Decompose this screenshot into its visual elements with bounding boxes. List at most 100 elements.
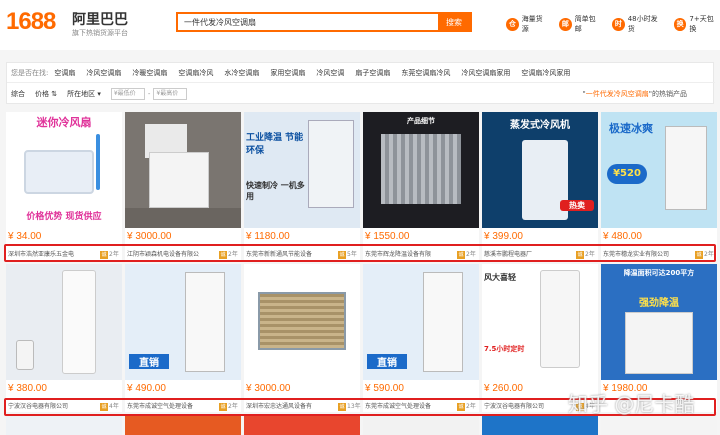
product-price: ¥ 260.00	[484, 383, 523, 394]
product-card[interactable]: 产品细节 ¥ 1550.00 东莞市辉龙降温设备有限 诚 2年	[363, 112, 479, 260]
suggestion-link[interactable]: 扇子空调扇	[355, 68, 390, 78]
lamp-graphic	[96, 134, 100, 190]
logo-1688[interactable]: 1688	[6, 8, 56, 36]
suggestion-link[interactable]: 空调扇冷风	[178, 68, 213, 78]
logo-alibaba[interactable]: 阿里巴巴	[72, 9, 128, 29]
product-card[interactable]: 蒸发式冷风机 热卖 ¥ 399.00 慈溪市鹏程电器厂 诚 2年	[482, 112, 598, 260]
remote-graphic	[16, 340, 34, 370]
product-image[interactable]: 迷你冷风扇 价格优势 现货供应	[6, 112, 122, 228]
suggestion-link[interactable]: 东莞空调扇冷风	[401, 68, 450, 78]
suggestion-link[interactable]: 冷风空调扇	[86, 68, 121, 78]
suggestion-link[interactable]: 空调扇	[54, 68, 75, 78]
product-card[interactable]	[601, 416, 717, 435]
product-image[interactable]	[601, 416, 717, 435]
product-card[interactable]	[6, 416, 122, 435]
cooler-graphic	[665, 126, 707, 210]
suggestion-link[interactable]: 水冷空调扇	[224, 68, 259, 78]
search-button[interactable]: 搜索	[438, 14, 470, 30]
seller-row-highlight	[4, 244, 716, 262]
header: 1688 阿里巴巴 旗下热销货源平台 搜索 仓海量货源 邮简单包邮 时48小时发…	[0, 0, 720, 50]
suggestion-link[interactable]: 冷暖空调扇	[132, 68, 167, 78]
service-label: 简单包邮	[574, 15, 596, 33]
tower-cooler-graphic	[62, 270, 96, 374]
product-image[interactable]	[125, 112, 241, 228]
industrial-cooler-graphic	[258, 292, 346, 350]
product-card[interactable]	[125, 416, 241, 435]
sort-price[interactable]: 价格 ⇅	[35, 89, 57, 99]
page: { "header": { "logo_number": "1688", "lo…	[0, 0, 720, 435]
logo-tagline: 旗下热销货源平台	[72, 29, 128, 37]
cooler-graphic	[625, 312, 693, 374]
image-subcaption: 价格优势 现货供应	[26, 212, 102, 222]
product-card[interactable]	[482, 416, 598, 435]
suggestion-link[interactable]: 冷风空调	[316, 68, 344, 78]
service-badges: 仓海量货源 邮简单包邮 时 48小时发货 换 7+天包换	[506, 14, 720, 34]
product-card[interactable]: 直销 ¥ 590.00 东莞市成诚空气处理设备 诚 2年	[363, 264, 479, 412]
price-tag: ¥520	[607, 164, 647, 184]
product-image[interactable]	[363, 416, 479, 435]
cooler-graphic	[308, 120, 354, 208]
product-image[interactable]	[6, 264, 122, 380]
product-card[interactable]: 迷你冷风扇 价格优势 现货供应 ¥ 34.00 深圳市浩然亚康乐五金电 诚 2年	[6, 112, 122, 260]
product-card[interactable]: 工业降温 节能环保 快速制冷 一机多用 ¥ 1180.00 东莞市新新通风节能设…	[244, 112, 360, 260]
product-image[interactable]	[482, 416, 598, 435]
product-image[interactable]	[244, 264, 360, 380]
service-return[interactable]: 换 7+天包换	[673, 14, 720, 34]
warehouse-icon: 仓	[506, 17, 519, 31]
product-price: ¥ 1550.00	[365, 231, 410, 242]
price-max-input[interactable]: ¥最高价	[153, 87, 188, 100]
suggestion-row: 您是否在找: 空调扇 冷风空调扇 冷暖空调扇 空调扇冷风 水冷空调扇 家用空调扇…	[7, 63, 715, 83]
product-card[interactable]: ¥ 3000.00 江阴市颖森机电设备有限公 诚 2年	[125, 112, 241, 260]
service-shipping[interactable]: 邮简单包邮	[559, 14, 602, 34]
image-subcaption: 强劲降温	[639, 298, 679, 309]
product-image[interactable]: 蒸发式冷风机 热卖	[482, 112, 598, 228]
sort-region[interactable]: 所在地区 ▾	[67, 89, 101, 99]
search-input[interactable]	[178, 14, 438, 30]
service-warehouse[interactable]: 仓海量货源	[506, 14, 549, 34]
product-image[interactable]	[125, 416, 241, 435]
product-image[interactable]	[6, 416, 122, 435]
product-card[interactable]: ¥ 380.00 宁波汉谷电器有限公司 诚 4年	[6, 264, 122, 412]
return-icon: 换	[673, 17, 687, 31]
image-caption: 直销	[129, 354, 169, 369]
image-caption: 产品细节	[407, 117, 435, 125]
product-image[interactable]	[244, 416, 360, 435]
fan-graphic	[24, 150, 94, 194]
cooler-graphic	[423, 272, 463, 372]
sort-region-label: 所在地区	[67, 89, 96, 98]
product-image[interactable]: 风大喜轻 7.5小时定时	[482, 264, 598, 380]
suggestion-link[interactable]: 家用空调扇	[270, 68, 305, 78]
product-image[interactable]: 直销	[363, 264, 479, 380]
chevron-down-icon: ▾	[97, 89, 101, 98]
suggestion-link[interactable]: 冷风空调扇家用	[461, 68, 510, 78]
product-card[interactable]	[363, 416, 479, 435]
search-box: 搜索	[176, 12, 472, 32]
hot-sale-tag: 热卖	[560, 200, 594, 211]
service-48h[interactable]: 时 48小时发货	[612, 14, 664, 34]
result-suffix: "的热销产品	[648, 90, 687, 98]
product-card[interactable]: 直销 ¥ 490.00 东莞市成诚空气处理设备 诚 2年	[125, 264, 241, 412]
image-caption: 直销	[367, 354, 407, 369]
product-image[interactable]: 降温面积可达200平方 强劲降温	[601, 264, 717, 380]
image-caption: 工业降温 节能环保	[246, 133, 304, 156]
tower-cooler-graphic	[540, 270, 580, 368]
product-card[interactable]	[244, 416, 360, 435]
suggestion-link[interactable]: 空调扇冷风家用	[521, 68, 570, 78]
sort-arrow-icon: ⇅	[51, 89, 58, 98]
image-caption: 迷你冷风扇	[36, 116, 92, 129]
filter-panel: 您是否在找: 空调扇 冷风空调扇 冷暖空调扇 空调扇冷风 水冷空调扇 家用空调扇…	[6, 62, 715, 104]
package-icon: 邮	[559, 17, 572, 31]
product-image[interactable]: 直销	[125, 264, 241, 380]
product-image[interactable]: 极速冰爽 ¥520	[601, 112, 717, 228]
product-price: ¥ 590.00	[365, 383, 404, 394]
result-keyword[interactable]: 一件代发冷风空调扇	[586, 90, 649, 98]
image-subcaption: 7.5小时定时	[484, 345, 525, 353]
price-min-input[interactable]: ¥最低价	[110, 87, 145, 100]
product-price: ¥ 3000.00	[127, 231, 172, 242]
product-price: ¥ 3000.00	[246, 383, 291, 394]
product-image[interactable]: 工业降温 节能环保 快速制冷 一机多用	[244, 112, 360, 228]
product-image[interactable]: 产品细节	[363, 112, 479, 228]
product-card[interactable]: ¥ 3000.00 深圳市宏忠达通风设备有 诚 13年	[244, 264, 361, 412]
product-card[interactable]: 极速冰爽 ¥520 ¥ 480.00 东莞市穗龙实业有限公司 诚 2年	[601, 112, 717, 260]
sort-default[interactable]: 综合	[11, 89, 25, 99]
